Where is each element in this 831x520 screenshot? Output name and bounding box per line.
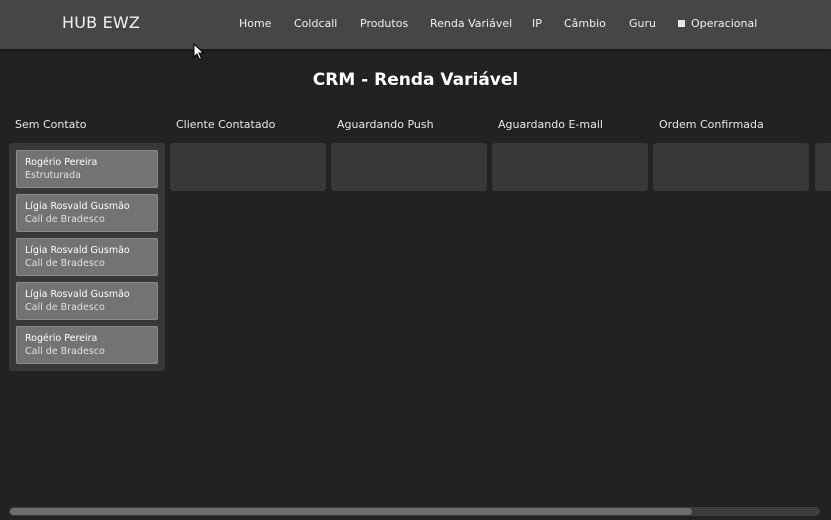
column-dropzone[interactable]: [653, 143, 809, 191]
card-subtitle: Call de Bradesco: [25, 302, 105, 313]
nav-item-ip[interactable]: IP: [532, 17, 542, 30]
scrollbar-thumb[interactable]: [10, 508, 692, 515]
card-subtitle: Estruturada: [25, 170, 81, 181]
card-subtitle: Call de Bradesco: [25, 346, 105, 357]
column-dropzone[interactable]: [815, 143, 831, 191]
card-name: Lígia Rosvald Gusmão: [25, 245, 130, 256]
lead-card[interactable]: Rogério Pereira Call de Bradesco: [16, 326, 158, 364]
page-title: CRM - Renda Variável: [312, 70, 519, 90]
column-dropzone[interactable]: [492, 143, 648, 191]
column-title: [815, 118, 831, 136]
column-title: Sem Contato: [15, 118, 87, 131]
column-title: Aguardando E-mail: [498, 118, 603, 131]
lead-card[interactable]: Rogério Pereira Estruturada: [16, 150, 158, 188]
nav-item-renda-variavel[interactable]: Renda Variável: [430, 17, 512, 30]
card-subtitle: Call de Bradesco: [25, 214, 105, 225]
kanban-column-aguardando-push: Aguardando Push: [331, 118, 487, 191]
mouse-pointer-icon: [193, 43, 205, 61]
lead-card[interactable]: Lígia Rosvald Gusmão Call de Bradesco: [16, 194, 158, 232]
kanban-column-partial: [815, 118, 831, 191]
kanban-column-sem-contato: Sem Contato Rogério Pereira Estruturada …: [9, 118, 165, 371]
top-navbar: HUB EWZ Home Coldcall Produtos Renda Var…: [0, 0, 831, 49]
column-title: Ordem Confirmada: [659, 118, 764, 131]
column-dropzone[interactable]: [331, 143, 487, 191]
nav-item-guru[interactable]: Guru: [629, 17, 656, 30]
kanban-board: Sem Contato Rogério Pereira Estruturada …: [9, 118, 831, 498]
nav-item-produtos[interactable]: Produtos: [360, 17, 408, 30]
card-name: Lígia Rosvald Gusmão: [25, 201, 130, 212]
kanban-column-cliente-contatado: Cliente Contatado: [170, 118, 326, 191]
column-title: Cliente Contatado: [176, 118, 276, 131]
nav-item-operacional[interactable]: Operacional: [678, 17, 757, 30]
horizontal-scrollbar[interactable]: [9, 507, 820, 516]
card-name: Lígia Rosvald Gusmão: [25, 289, 130, 300]
column-dropzone[interactable]: [170, 143, 326, 191]
column-title: Aguardando Push: [337, 118, 434, 131]
kanban-column-aguardando-email: Aguardando E-mail: [492, 118, 648, 191]
nav-item-home[interactable]: Home: [239, 17, 271, 30]
kanban-column-ordem-confirmada: Ordem Confirmada: [653, 118, 809, 191]
card-name: Rogério Pereira: [25, 333, 98, 344]
lead-card[interactable]: Lígia Rosvald Gusmão Call de Bradesco: [16, 238, 158, 276]
nav-item-operacional-label: Operacional: [691, 17, 758, 30]
nav-item-coldcall[interactable]: Coldcall: [294, 17, 337, 30]
lead-card[interactable]: Lígia Rosvald Gusmão Call de Bradesco: [16, 282, 158, 320]
brand-logo[interactable]: HUB EWZ: [62, 13, 140, 32]
column-dropzone[interactable]: Rogério Pereira Estruturada Lígia Rosval…: [9, 143, 165, 371]
card-subtitle: Call de Bradesco: [25, 258, 105, 269]
card-name: Rogério Pereira: [25, 157, 98, 168]
nav-item-cambio[interactable]: Câmbio: [564, 17, 606, 30]
square-bullet-icon: [678, 20, 685, 27]
